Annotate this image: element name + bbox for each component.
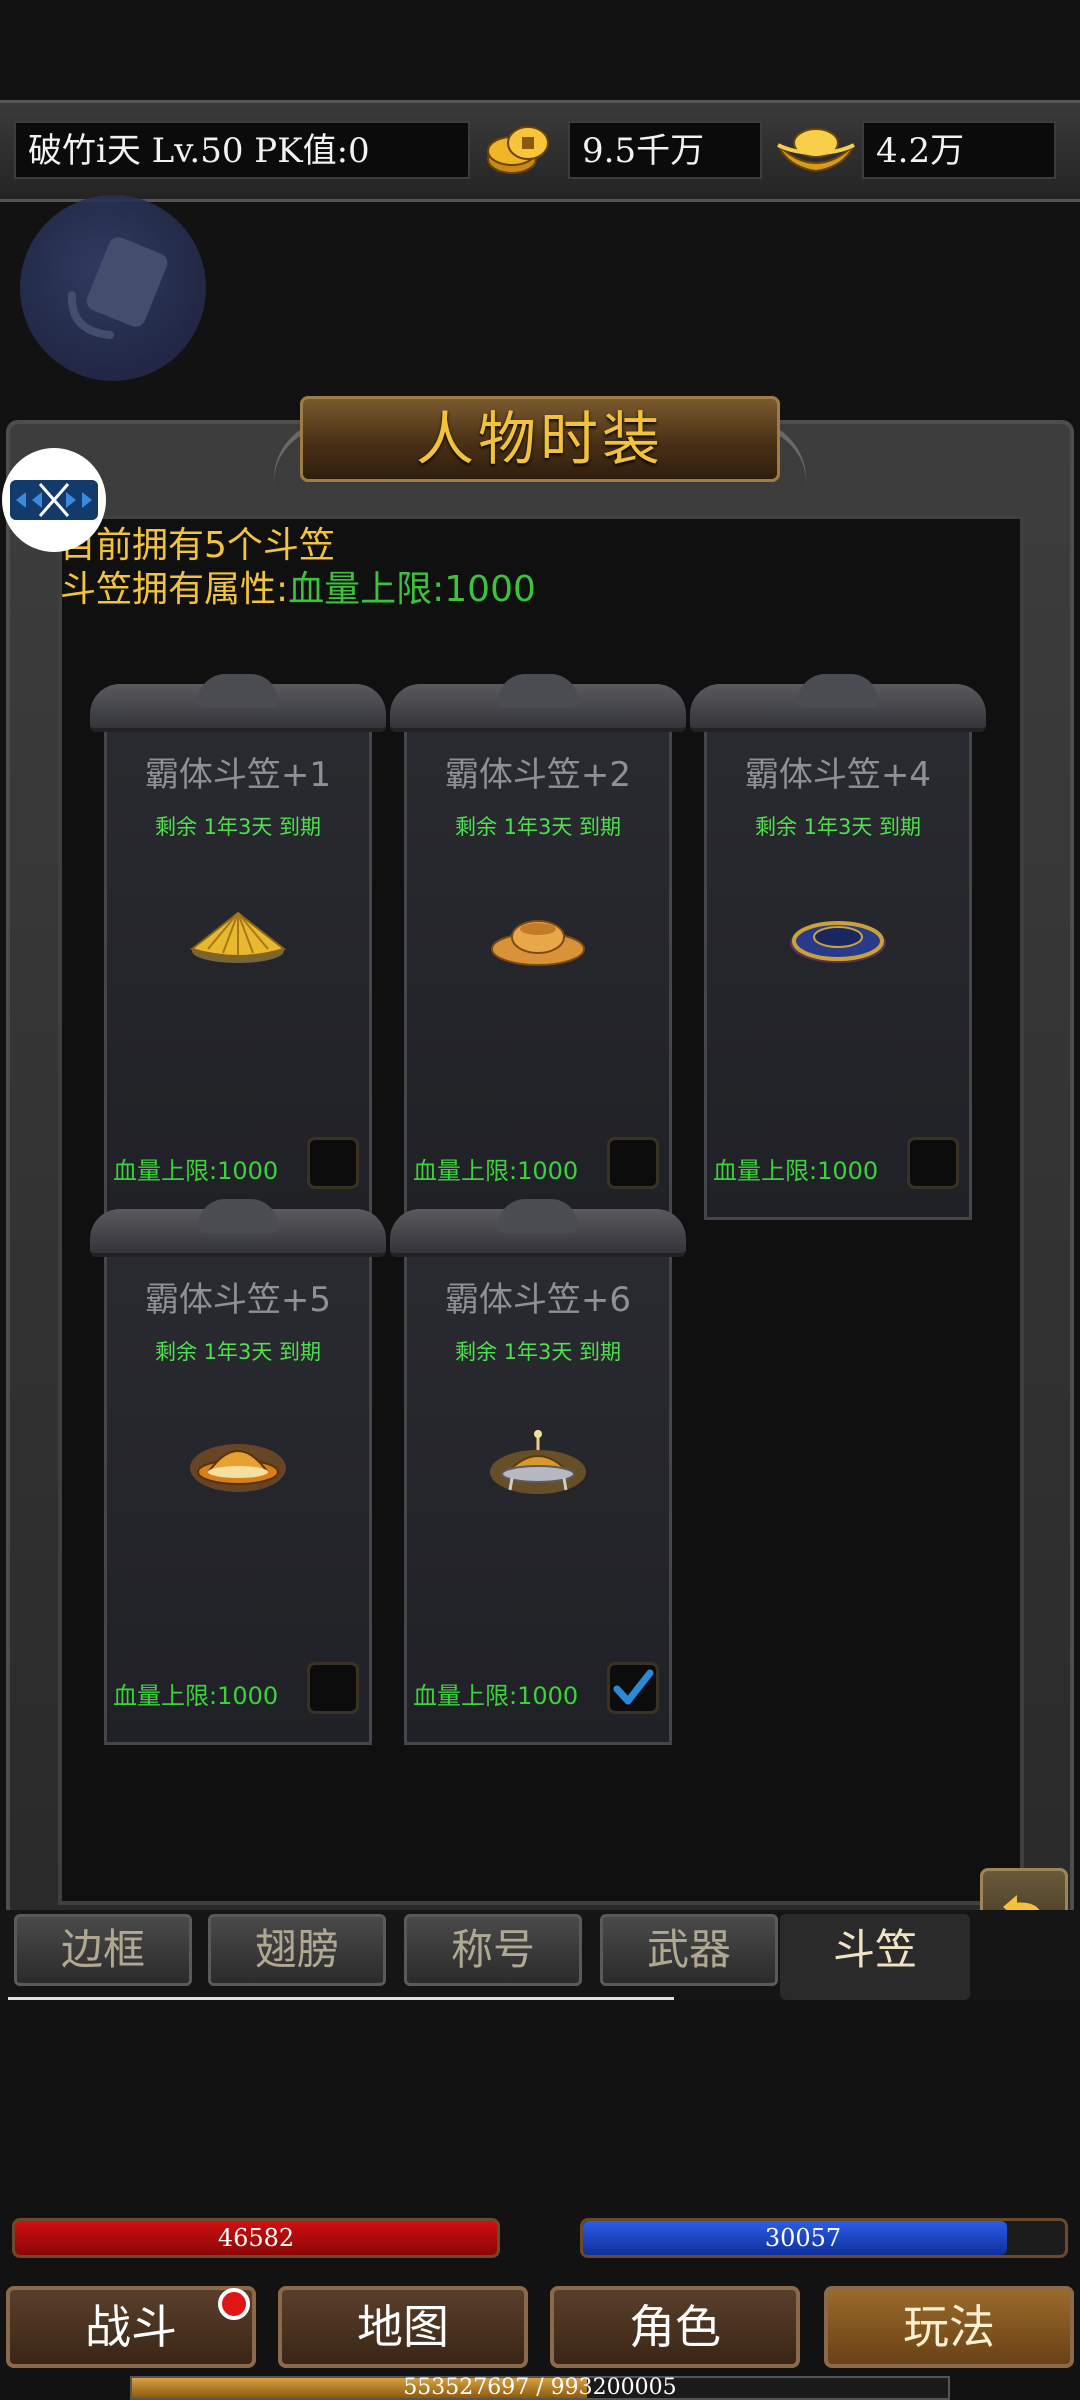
- nav-map-button[interactable]: 地图: [278, 2286, 528, 2368]
- attribute-value: 血量上限:1000: [288, 569, 536, 610]
- hat-expiry: 剩余 1年3天 到期: [454, 815, 622, 839]
- equip-checkbox[interactable]: [307, 1662, 359, 1714]
- hat-name: 霸体斗笠+4: [744, 755, 932, 795]
- hat-card-1[interactable]: 霸体斗笠+1 剩余 1年3天 到期 血量上限:1000: [104, 700, 372, 1220]
- exp-bar: 553527697 / 993200005: [130, 2376, 950, 2400]
- checkmark-icon: [613, 1669, 654, 1705]
- gold-coin-icon: [484, 119, 554, 179]
- hat-stat: 血量上限:1000: [413, 1157, 579, 1185]
- coin-amount: 9.5千万: [568, 121, 762, 179]
- card-crown-ornament: [90, 674, 386, 732]
- spired-hat-icon: [490, 1430, 586, 1494]
- glowing-hat-icon: [190, 1444, 286, 1492]
- top-status-bar: 破竹i天 Lv.50 PK值:0 9.5千万 4.2万: [0, 100, 1080, 202]
- hat-expiry: 剩余 1年3天 到期: [154, 1340, 322, 1364]
- card-swap-icon: [67, 237, 168, 339]
- tab-scroll-indicator: [8, 1997, 674, 2000]
- tab-frame[interactable]: 边框: [14, 1914, 192, 1986]
- panel-title-plate: 人物时装: [300, 396, 780, 482]
- notification-badge: [218, 2288, 250, 2320]
- mp-value: 30057: [764, 2224, 842, 2252]
- exp-value: 553527697 / 993200005: [403, 2375, 677, 2400]
- hat-name: 霸体斗笠+1: [144, 755, 332, 795]
- card-crown-ornament: [390, 1199, 686, 1257]
- equip-checkbox[interactable]: [607, 1137, 659, 1189]
- card-crown-ornament: [90, 1199, 386, 1257]
- nav-character-button[interactable]: 角色: [550, 2286, 800, 2368]
- card-crown-ornament: [390, 674, 686, 732]
- gold-ingot-icon: [774, 119, 855, 179]
- hat-card-5[interactable]: 霸体斗笠+5 剩余 1年3天 到期 血量上限:1000: [104, 1225, 372, 1745]
- ingot-amount: 4.2万: [862, 121, 1056, 179]
- tab-weapons[interactable]: 武器: [600, 1914, 778, 1986]
- floating-assist-button[interactable]: [20, 195, 206, 381]
- hat-name: 霸体斗笠+5: [144, 1280, 332, 1320]
- card-crown-ornament: [690, 674, 986, 732]
- equip-checkbox-checked[interactable]: [607, 1662, 659, 1714]
- hp-bar: 46582: [12, 2218, 500, 2258]
- attribute-line: 斗笠拥有属性:血量上限:1000: [60, 560, 536, 612]
- mp-bar: 30057: [580, 2218, 1068, 2258]
- bamboo-hat-icon: [189, 911, 287, 963]
- equip-checkbox[interactable]: [907, 1137, 959, 1189]
- hp-value: 46582: [217, 2224, 295, 2252]
- tab-titles[interactable]: 称号: [404, 1914, 582, 1986]
- hat-expiry: 剩余 1年3天 到期: [754, 815, 922, 839]
- tab-wings[interactable]: 翅膀: [208, 1914, 386, 1986]
- voice-toggle-button[interactable]: [2, 448, 106, 552]
- hat-expiry: 剩余 1年3天 到期: [154, 815, 322, 839]
- hat-card-2[interactable]: 霸体斗笠+2 剩余 1年3天 到期 血量上限:1000: [404, 700, 672, 1220]
- jeweled-hat-icon: [790, 921, 886, 963]
- hat-stat: 血量上限:1000: [713, 1157, 879, 1185]
- attribute-label: 斗笠拥有属性:: [60, 569, 289, 610]
- hat-name: 霸体斗笠+6: [444, 1280, 632, 1320]
- player-info: 破竹i天 Lv.50 PK值:0: [14, 121, 470, 179]
- hat-card-4[interactable]: 霸体斗笠+4 剩余 1年3天 到期 血量上限:1000: [704, 700, 972, 1220]
- hat-stat: 血量上限:1000: [113, 1157, 279, 1185]
- hat-card-6[interactable]: 霸体斗笠+6 剩余 1年3天 到期 血量上限:1000: [404, 1225, 672, 1745]
- panel-title: 人物时装: [415, 405, 664, 473]
- hat-name: 霸体斗笠+2: [444, 755, 632, 795]
- tab-hats[interactable]: 斗笠: [780, 1914, 970, 2000]
- equip-checkbox[interactable]: [307, 1137, 359, 1189]
- hat-expiry: 剩余 1年3天 到期: [454, 1340, 622, 1364]
- hat-stat: 血量上限:1000: [113, 1682, 279, 1710]
- sound-wave-icon: [10, 480, 98, 520]
- woven-hat-icon: [491, 920, 585, 966]
- nav-gameplay-button[interactable]: 玩法: [824, 2286, 1074, 2368]
- hat-stat: 血量上限:1000: [413, 1682, 579, 1710]
